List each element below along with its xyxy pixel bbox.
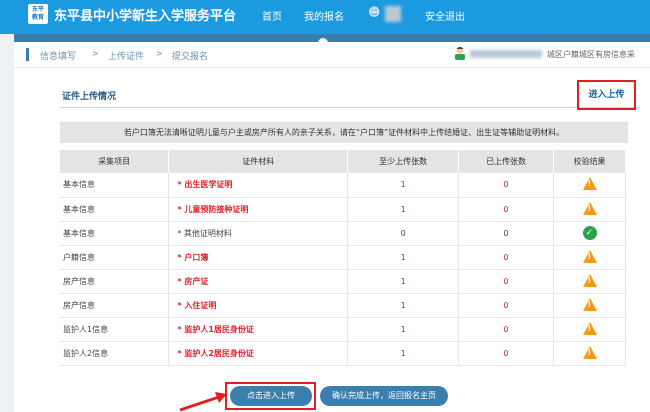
min-count-cell: 1 [347, 173, 460, 198]
table-row: 基本信息 * 儿童预防接种证明 1 0 ! [60, 197, 626, 222]
divider [60, 107, 640, 108]
material-cell: * 户口簿 [168, 245, 349, 270]
nav-logout[interactable]: 安全退出 [425, 8, 465, 23]
uploaded-count-cell: 0 [458, 221, 555, 246]
warning-icon: ! [582, 201, 597, 215]
column-header: 至少上传张数 [347, 150, 460, 173]
material-cell: * 房产证 [168, 269, 349, 294]
material-cell: * 其他证明材料 [168, 221, 349, 246]
min-count-cell: 1 [347, 269, 460, 294]
arrow-annotation [179, 392, 227, 412]
status-cell: ! [553, 293, 626, 318]
uploaded-count-cell: 0 [458, 173, 555, 198]
column-header: 采集项目 [60, 150, 170, 173]
status-cell: ! [553, 317, 626, 342]
user-icon: ☻ [368, 5, 381, 19]
uploaded-count-cell: 0 [458, 269, 555, 294]
uploaded-count-cell: 0 [458, 197, 555, 222]
logo: 东平 教育 [28, 4, 48, 24]
min-count-cell: 1 [347, 341, 460, 366]
item-cell: 户籍信息 [60, 245, 170, 270]
item-cell: 房产信息 [60, 293, 170, 318]
item-cell: 基本信息 [60, 173, 170, 198]
warning-icon: ! [582, 249, 597, 263]
table-row: 房产信息 * 入住证明 1 0 ! [60, 293, 626, 318]
status-cell: ! [553, 197, 626, 222]
header-band [14, 34, 650, 42]
table-row: 基本信息 * 出生医学证明 1 0 ! [60, 173, 626, 198]
item-cell: 房产信息 [60, 269, 170, 294]
min-count-cell: 1 [347, 317, 460, 342]
warning-icon: ! [582, 177, 597, 191]
column-header: 已上传张数 [458, 150, 555, 173]
crumb-submit[interactable]: 提交报名 [172, 49, 208, 62]
highlight-box [225, 382, 316, 410]
notice-banner: 若户口簿无法清晰证明儿童与户主或房产所有人的亲子关系，请在“户口簿”证件材料中上… [60, 122, 628, 143]
warning-icon: ! [582, 345, 597, 359]
material-cell: * 儿童预防接种证明 [168, 197, 349, 222]
crumb-sep: > [156, 49, 163, 58]
column-header: 证件材料 [168, 150, 349, 173]
crumb-upload[interactable]: 上传证件 [108, 49, 144, 62]
check-icon: ✓ [582, 226, 597, 240]
min-count-cell: 1 [347, 293, 460, 318]
material-cell: * 出生医学证明 [168, 173, 349, 198]
table-row: 基本信息 * 其他证明材料 0 0 ✓ [60, 221, 626, 246]
warning-icon: ! [582, 321, 597, 335]
breadcrumb-marker [26, 48, 29, 61]
uploaded-count-cell: 0 [458, 317, 555, 342]
upload-table: 采集项目 证件材料 至少上传张数 已上传张数 校验结果 基本信息 * 出生医学证明 1 … [60, 150, 626, 366]
crumb-info[interactable]: 信息填写 [40, 49, 76, 62]
status-cell: ! [553, 341, 626, 366]
status-cell: ! [553, 173, 626, 198]
min-count-cell: 0 [347, 221, 460, 246]
nav-home[interactable]: 首页 [262, 8, 282, 23]
redacted-name [470, 50, 542, 58]
uploaded-count-cell: 0 [458, 245, 555, 270]
site-title: 东平县中小学新生入学服务平台 [54, 9, 237, 24]
item-cell: 基本信息 [60, 197, 170, 222]
uploaded-count-cell: 0 [458, 293, 555, 318]
avatar-icon [455, 46, 465, 60]
table-row: 房产信息 * 房产证 1 0 ! [60, 269, 626, 294]
item-cell: 基本信息 [60, 221, 170, 246]
redacted-username [385, 6, 401, 22]
warning-icon: ! [582, 297, 597, 311]
user-info: 城区户籍城区有房信息采 [547, 50, 635, 59]
item-cell: 监护人1信息 [60, 317, 170, 342]
table-row: 监护人1信息 * 监护人1居民身份证 1 0 ! [60, 317, 626, 342]
material-cell: * 监护人2居民身份证 [168, 341, 349, 366]
section-title: 证件上传情况 [62, 92, 117, 102]
warning-icon: ! [582, 273, 597, 287]
nav-my-registration[interactable]: 我的报名 [304, 8, 344, 23]
column-header: 校验结果 [553, 150, 626, 173]
status-cell: ✓ [553, 221, 626, 246]
item-cell: 监护人2信息 [60, 341, 170, 366]
crumb-sep: > [92, 49, 99, 58]
status-cell: ! [553, 269, 626, 294]
enter-upload-link[interactable]: 进入上传 [577, 80, 636, 110]
min-count-cell: 1 [347, 197, 460, 222]
table-row: 户籍信息 * 户口簿 1 0 ! [60, 245, 626, 270]
table-row: 监护人2信息 * 监护人2居民身份证 1 0 ! [60, 341, 626, 366]
confirm-return-button[interactable]: 确认完成上传，返回报名主页 [320, 386, 448, 406]
status-cell: ! [553, 245, 626, 270]
material-cell: * 监护人1居民身份证 [168, 317, 349, 342]
material-cell: * 入住证明 [168, 293, 349, 318]
min-count-cell: 1 [347, 245, 460, 270]
uploaded-count-cell: 0 [458, 341, 555, 366]
